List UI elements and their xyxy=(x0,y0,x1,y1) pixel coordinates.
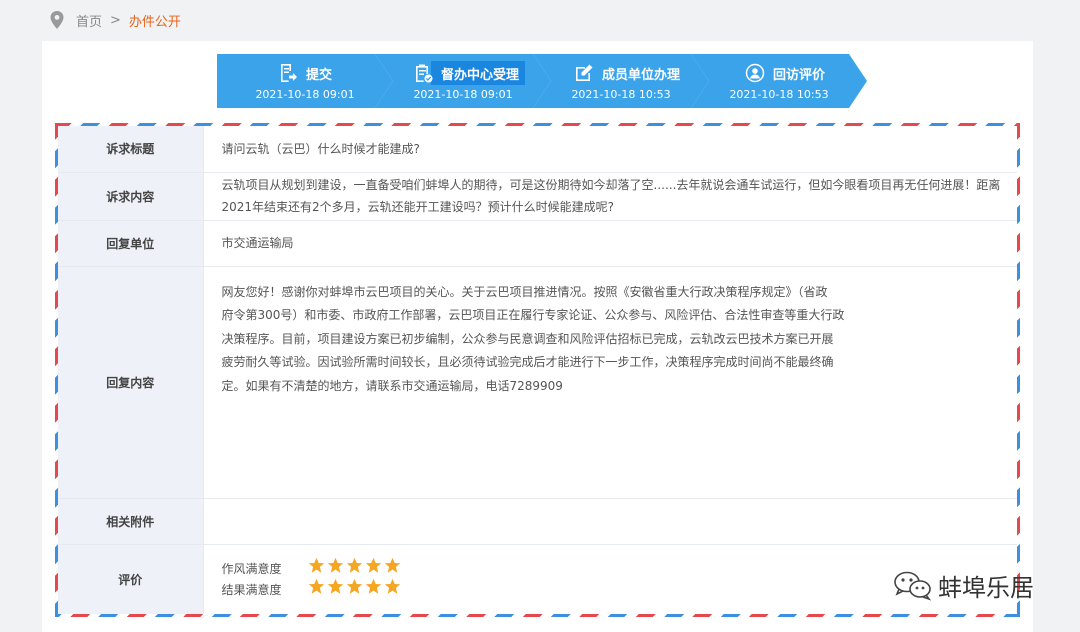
title-value: 请问云轨（云巴）什么时候才能建成? xyxy=(203,126,1017,173)
breadcrumb: 首页 > 办件公开 xyxy=(0,0,1080,40)
table-row: 诉求标题 请问云轨（云巴）什么时候才能建成? xyxy=(58,126,1017,173)
user-service-icon xyxy=(745,63,765,83)
step-submit: 提交 2021-10-18 09:01 xyxy=(217,54,393,108)
step-time: 2021-10-18 09:01 xyxy=(255,88,355,101)
step-label: 督办中心受理 xyxy=(440,67,519,83)
star-icon xyxy=(346,578,362,594)
step-label: 提交 xyxy=(305,67,332,83)
breadcrumb-home-link[interactable]: 首页 xyxy=(76,11,102,30)
breadcrumb-separator: > xyxy=(110,12,121,28)
star-icon xyxy=(308,557,324,573)
unit-value: 市交通运输局 xyxy=(203,220,1017,267)
pencil-square-icon xyxy=(575,64,593,81)
content-label: 诉求内容 xyxy=(58,172,204,221)
attachment-value xyxy=(203,498,1017,545)
content-value: 云轨项目从规划到建设，一直备受咱们蚌埠人的期待，可是这份期待如今却落了空....… xyxy=(203,172,1017,221)
details-table: 诉求标题 请问云轨（云巴）什么时候才能建成? 诉求内容 云轨项目从规划到建设，一… xyxy=(58,126,1017,614)
unit-label: 回复单位 xyxy=(58,220,204,267)
table-row: 相关附件 xyxy=(58,498,1017,545)
step-time: 2021-10-18 09:01 xyxy=(413,88,513,101)
title-label: 诉求标题 xyxy=(58,126,204,173)
attachment-label: 相关附件 xyxy=(58,498,204,545)
step-accept: 督办中心受理 2021-10-18 09:01 xyxy=(375,54,551,108)
star-rating xyxy=(308,578,403,602)
clipboard-check-icon xyxy=(415,64,433,83)
rating-style-label: 作风满意度 xyxy=(221,561,282,576)
star-icon xyxy=(365,557,381,573)
star-icon xyxy=(384,557,400,573)
step-label: 成员单位办理 xyxy=(601,67,680,83)
step-review: 回访评价 2021-10-18 10:53 xyxy=(691,54,867,108)
rating-style: 作风满意度 xyxy=(221,557,1006,579)
star-icon xyxy=(365,578,381,594)
wechat-icon xyxy=(894,571,932,601)
process-steps: 提交 2021-10-18 09:01 督办中心受理 2021-10-18 09… xyxy=(217,54,867,108)
reply-line: 定。如果有不清楚的地方，请联系市交通运输局，电话7289909 xyxy=(221,378,563,393)
step-time: 2021-10-18 10:53 xyxy=(571,88,671,101)
breadcrumb-current[interactable]: 办件公开 xyxy=(129,11,181,30)
star-icon xyxy=(384,578,400,594)
star-icon xyxy=(327,557,343,573)
reply-line: 府令第300号）和市委、市政府工作部署，云巴项目正在履行专家论证、公众参与、风险… xyxy=(221,308,845,322)
edit-doc-icon xyxy=(280,64,297,82)
table-row: 回复单位 市交通运输局 xyxy=(58,220,1017,267)
rating-result-label: 结果满意度 xyxy=(221,582,282,597)
details-frame: 诉求标题 请问云轨（云巴）什么时候才能建成? 诉求内容 云轨项目从规划到建设，一… xyxy=(55,123,1020,617)
star-icon xyxy=(346,557,362,573)
star-icon xyxy=(327,578,343,594)
reply-line: 疲劳耐久等试验。因试验所需时间较长，且必须待试验完成后才能进行下一步工作，决策程… xyxy=(221,355,834,369)
table-row: 回复内容 网友您好！感谢你对蚌埠市云巴项目的关心。关于云巴项目推进情况。按照《安… xyxy=(58,266,1017,499)
reply-label: 回复内容 xyxy=(58,266,204,499)
step-time: 2021-10-18 10:53 xyxy=(729,88,829,101)
reply-value: 网友您好！感谢你对蚌埠市云巴项目的关心。关于云巴项目推进情况。按照《安徽省重大行… xyxy=(203,266,1017,499)
step-label: 回访评价 xyxy=(772,67,825,83)
watermark: 蚌埠乐居 xyxy=(892,568,1034,602)
star-icon xyxy=(308,578,324,594)
rating-label: 评价 xyxy=(58,544,204,614)
step-handle: 成员单位办理 2021-10-18 10:53 xyxy=(533,54,709,108)
table-row: 诉求内容 云轨项目从规划到建设，一直备受咱们蚌埠人的期待，可是这份期待如今却落了… xyxy=(58,172,1017,221)
table-row: 评价 作风满意度 结果满意度 xyxy=(58,544,1017,614)
location-pin-icon xyxy=(50,11,64,29)
reply-line: 决策程序。目前，项目建设方案已初步编制，公众参与民意调查和风险评估招标已完成，云… xyxy=(221,331,834,346)
rating-result: 结果满意度 xyxy=(221,578,1006,602)
reply-line: 网友您好！感谢你对蚌埠市云巴项目的关心。关于云巴项目推进情况。按照《安徽省重大行… xyxy=(221,284,828,299)
watermark-text: 蚌埠乐居 xyxy=(938,573,1034,602)
